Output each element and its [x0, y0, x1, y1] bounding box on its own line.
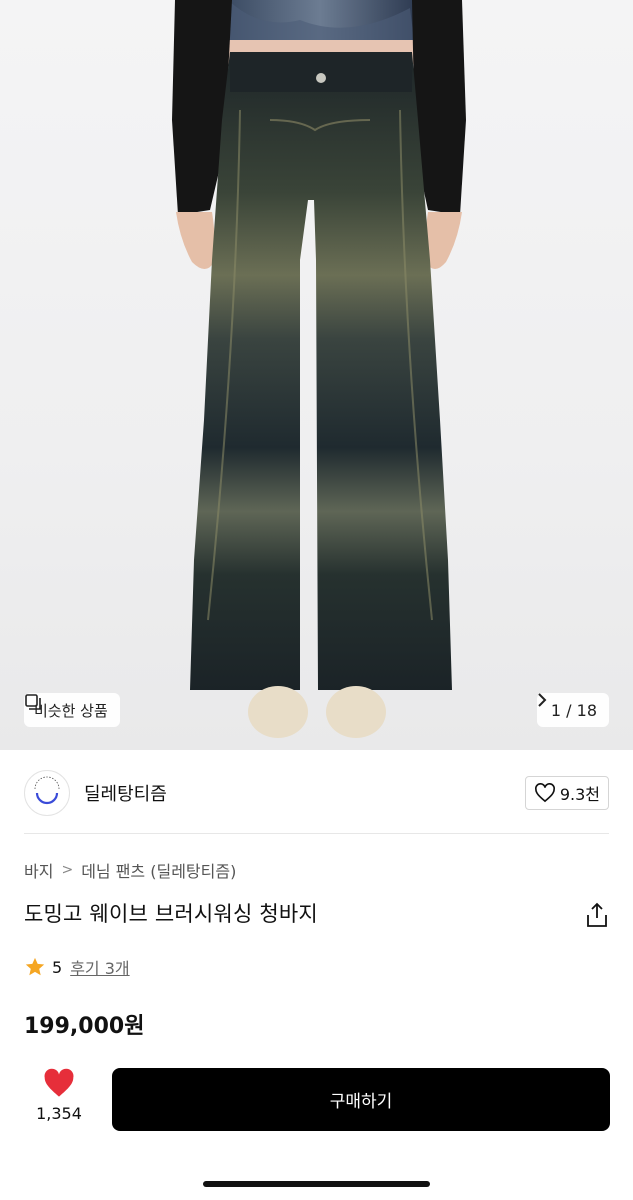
heart-outline-icon — [534, 783, 555, 803]
similar-products-label: 비슷한 상품 — [34, 701, 108, 720]
heart-filled-icon — [44, 1068, 74, 1097]
image-counter-button[interactable]: 1 / 18 — [536, 693, 609, 727]
brand-like-button[interactable]: 9.3천 — [524, 776, 609, 810]
product-title: 도밍고 웨이브 브러시워싱 청바지 — [24, 902, 318, 926]
product-image-gallery[interactable]: 비슷한 상품 1 / 18 — [0, 0, 633, 750]
brand-logo[interactable] — [24, 770, 70, 816]
buy-button[interactable]: 구매하기 — [112, 1068, 610, 1131]
rating-score: 5 — [52, 957, 63, 977]
wishlist-button[interactable]: 1,354 — [26, 1068, 92, 1130]
brand-row: 딜레탕티즘 9.3천 — [24, 767, 609, 819]
breadcrumb-item-denim[interactable]: 데님 팬츠 (딜레탕티즘) — [81, 858, 236, 882]
reviews-link[interactable]: 후기 3개 — [70, 955, 129, 979]
brand-logo-mark — [34, 776, 60, 805]
chevron-right-icon — [538, 693, 547, 707]
divider — [24, 833, 609, 834]
product-rating: 5 후기 3개 — [24, 955, 130, 979]
star-icon — [25, 957, 45, 976]
image-counter-text: 1 / 18 — [550, 700, 597, 720]
similar-products-button[interactable]: 비슷한 상품 — [24, 693, 120, 727]
brand-like-count: 9.3천 — [559, 785, 600, 804]
brand-name[interactable]: 딜레탕티즘 — [84, 780, 167, 806]
breadcrumb-item-pants[interactable]: 바지 — [24, 858, 53, 882]
breadcrumb: 바지 > 데님 팬츠 (딜레탕티즘) — [24, 858, 236, 882]
buy-button-label: 구매하기 — [329, 1092, 393, 1112]
product-photo — [172, 0, 466, 738]
product-price: 199,000원 — [24, 1014, 145, 1039]
share-icon[interactable] — [585, 902, 609, 928]
home-indicator — [203, 1181, 430, 1187]
wishlist-count: 1,354 — [36, 1104, 82, 1123]
copy-icon — [25, 694, 41, 710]
chevron-right-icon: > — [61, 862, 74, 878]
